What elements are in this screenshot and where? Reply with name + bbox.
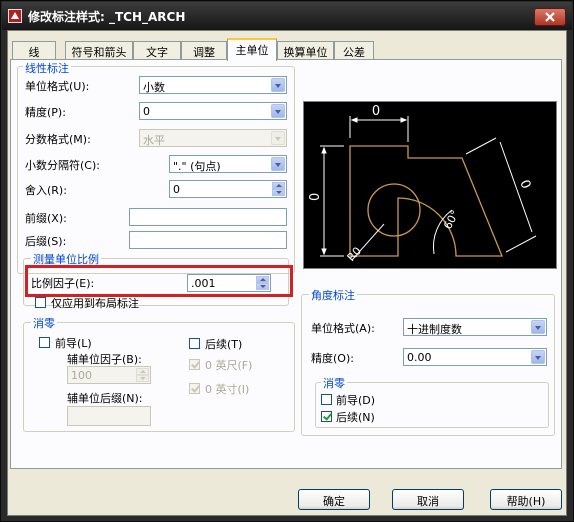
preview-dim-left: 0 [308, 193, 323, 201]
close-icon [545, 12, 555, 22]
zero-suppression-title: 消零 [31, 315, 57, 331]
help-button[interactable]: 帮助(H) [490, 489, 562, 510]
tab-alternate-units[interactable]: 换算单位 [277, 41, 334, 60]
spinner-arrows-icon[interactable] [136, 368, 149, 382]
spinner-arrows-icon[interactable] [272, 182, 285, 196]
decimal-separator-label: 小数分隔符(C): [25, 159, 100, 172]
angle-precision-select[interactable]: 0.00 [403, 348, 547, 366]
prefix-label: 前缀(X): [25, 212, 67, 225]
chevron-down-icon[interactable] [271, 131, 285, 145]
dialog-client: 线 符号和箭头 文字 调整 主单位 换算单位 公差 线性标注 单位格式(U): … [7, 30, 567, 516]
sub-unit-factor-value: 100 [71, 369, 92, 382]
primary-units-pane: 线性标注 单位格式(U): 小数 精度(P): 0 分数格式(M): 水平 小数… [10, 59, 562, 469]
sub-unit-suffix-label: 辅单位后缀(N): [67, 392, 143, 405]
tab-fit[interactable]: 调整 [181, 41, 227, 60]
inches-checkbox[interactable] [189, 383, 200, 394]
angular-group-title: 角度标注 [309, 287, 357, 303]
angle-leading-label: 前导(D) [336, 394, 376, 407]
layout-only-checkbox[interactable] [35, 297, 46, 308]
chevron-down-icon[interactable] [271, 78, 285, 92]
app-icon [8, 9, 22, 23]
ok-button[interactable]: 确定 [298, 489, 370, 510]
fraction-format-label: 分数格式(M): [25, 133, 91, 146]
unit-format-value: 小数 [143, 81, 165, 94]
layout-only-label: 仅应用到布局标注 [51, 297, 139, 310]
unit-format-label: 单位格式(U): [25, 80, 90, 93]
angle-unit-format-value: 十进制度数 [407, 323, 462, 336]
chevron-down-icon[interactable] [271, 104, 285, 118]
preview-dim-diag: 0 [516, 178, 533, 191]
chevron-down-icon[interactable] [271, 157, 285, 171]
title-bar[interactable]: 修改标注样式: _TCH_ARCH [2, 2, 572, 30]
angle-trailing-checkbox[interactable] [321, 411, 332, 422]
round-off-spinner[interactable]: 0 [169, 180, 287, 198]
trailing-checkbox[interactable] [189, 338, 200, 349]
tab-text[interactable]: 文字 [133, 41, 181, 60]
tab-symbols-arrows[interactable]: 符号和箭头 [65, 41, 133, 60]
angle-trailing-label: 后续(N) [336, 411, 375, 424]
inches-label: 0 英寸(I) [205, 383, 250, 396]
round-off-value: 0 [173, 183, 180, 196]
suffix-label: 后缀(S): [25, 235, 67, 248]
chevron-down-icon[interactable] [531, 320, 545, 334]
close-button[interactable] [534, 8, 566, 26]
leading-label: 前导(L) [55, 337, 92, 350]
angle-leading-checkbox[interactable] [321, 394, 332, 405]
angle-unit-format-select[interactable]: 十进制度数 [403, 318, 547, 336]
round-off-label: 舍入(R): [25, 184, 67, 197]
angle-unit-format-label: 单位格式(A): [311, 322, 375, 335]
prefix-input[interactable] [129, 208, 287, 226]
preview-dim-radius: R0 [345, 244, 364, 264]
sub-unit-factor-label: 辅单位因子(B): [67, 353, 142, 366]
fraction-format-value: 水平 [143, 134, 165, 147]
trailing-label: 后续(T) [205, 338, 243, 351]
precision-value: 0 [143, 105, 150, 118]
window-title: 修改标注样式: _TCH_ARCH [28, 10, 186, 24]
decimal-separator-value: "." (句点) [173, 160, 221, 173]
scale-factor-highlight [25, 265, 293, 297]
chevron-down-icon[interactable] [531, 350, 545, 364]
preview-drawing: 0 0 0 60° R0 [308, 104, 537, 264]
feet-checkbox[interactable] [189, 359, 200, 370]
leading-checkbox[interactable] [39, 337, 50, 348]
dimension-preview: 0 0 0 60° R0 [303, 101, 557, 269]
angle-precision-value: 0.00 [407, 351, 432, 364]
feet-label: 0 英尺(F) [205, 359, 253, 372]
dialog-window: 修改标注样式: _TCH_ARCH 线 符号和箭头 文字 调整 主单位 换算单位… [0, 0, 574, 522]
decimal-separator-select[interactable]: "." (句点) [169, 155, 287, 173]
sub-unit-factor-spinner[interactable]: 100 [67, 366, 151, 384]
linear-group-title: 线性标注 [23, 60, 71, 76]
cancel-button[interactable]: 取消 [392, 489, 464, 510]
precision-label: 精度(P): [25, 106, 66, 119]
preview-dim-top: 0 [372, 104, 380, 119]
fraction-format-select[interactable]: 水平 [139, 129, 287, 147]
tab-lines[interactable]: 线 [12, 41, 56, 60]
angle-precision-label: 精度(O): [311, 352, 354, 365]
precision-select[interactable]: 0 [139, 102, 287, 120]
tab-primary-units[interactable]: 主单位 [227, 38, 277, 61]
sub-unit-suffix-input[interactable] [67, 406, 151, 426]
unit-format-select[interactable]: 小数 [139, 76, 287, 94]
tab-tolerances[interactable]: 公差 [334, 41, 374, 60]
angle-zero-title: 消零 [321, 375, 347, 391]
preview-dim-angle: 60° [441, 208, 462, 231]
suffix-input[interactable] [129, 231, 287, 249]
